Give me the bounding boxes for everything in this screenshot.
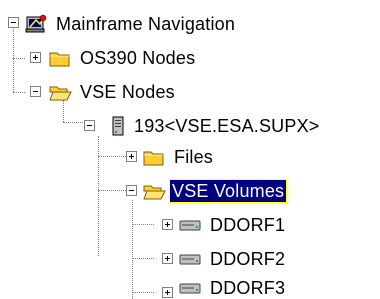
- tree-connector: [132, 258, 154, 259]
- server-icon: [106, 115, 130, 137]
- collapse-toggle[interactable]: [8, 17, 19, 28]
- tree-item-ddorf1[interactable]: DDORF1: [208, 214, 287, 236]
- tree-item-vse-nodes[interactable]: VSE Nodes: [78, 81, 177, 103]
- expand-toggle[interactable]: [30, 52, 41, 63]
- tree-connector: [98, 190, 126, 191]
- expand-toggle[interactable]: [162, 219, 173, 230]
- expand-toggle[interactable]: [126, 151, 137, 162]
- tree-connector: [98, 136, 99, 256]
- tree-connector: [98, 156, 126, 157]
- tree-item-os390-nodes[interactable]: OS390 Nodes: [78, 47, 197, 69]
- tree-view[interactable]: Mainframe Navigation OS390 Nodes VSE Nod…: [0, 0, 380, 299]
- tree-item-vse-volumes[interactable]: VSE Volumes: [168, 179, 288, 203]
- tree-item-ddorf2[interactable]: DDORF2: [208, 248, 287, 270]
- folder-closed-icon: [48, 47, 72, 69]
- tree-connector: [132, 292, 154, 293]
- tree-item-host-193[interactable]: 193<VSE.ESA.SUPX>: [132, 115, 322, 137]
- tree-connector: [63, 100, 64, 122]
- tree-connector: [132, 200, 133, 299]
- tree-connector: [13, 22, 14, 92]
- folder-open-icon: [48, 81, 72, 103]
- tree-connector: [13, 92, 25, 93]
- tree-item-ddorf3[interactable]: DDORF3: [208, 277, 287, 299]
- tree-item-mainframe-navigation[interactable]: Mainframe Navigation: [54, 13, 237, 35]
- expand-toggle[interactable]: [162, 253, 173, 264]
- expand-toggle[interactable]: [162, 287, 173, 298]
- disk-drive-icon: [178, 214, 202, 236]
- folder-closed-icon: [142, 146, 166, 168]
- mainframe-navigation-icon: [24, 13, 48, 35]
- tree-connector: [63, 122, 83, 123]
- disk-drive-icon: [178, 248, 202, 270]
- collapse-toggle[interactable]: [126, 185, 137, 196]
- tree-connector: [13, 58, 25, 59]
- disk-drive-icon: [178, 277, 202, 299]
- collapse-toggle[interactable]: [84, 120, 95, 131]
- tree-connector: [132, 224, 154, 225]
- collapse-toggle[interactable]: [30, 86, 41, 97]
- tree-item-files[interactable]: Files: [172, 146, 215, 168]
- folder-open-icon: [142, 180, 166, 202]
